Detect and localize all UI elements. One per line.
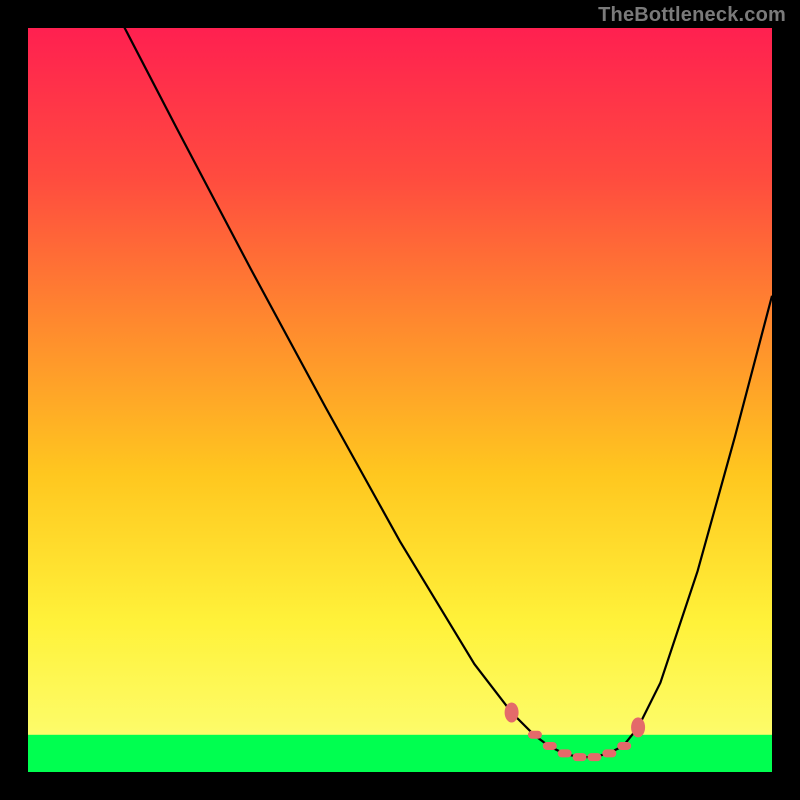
plot-area bbox=[28, 28, 772, 772]
chart-container: TheBottleneck.com bbox=[0, 0, 800, 800]
gradient-background bbox=[28, 28, 772, 772]
watermark-text: TheBottleneck.com bbox=[598, 4, 786, 27]
chart-svg bbox=[28, 28, 772, 772]
green-zone bbox=[28, 735, 772, 772]
